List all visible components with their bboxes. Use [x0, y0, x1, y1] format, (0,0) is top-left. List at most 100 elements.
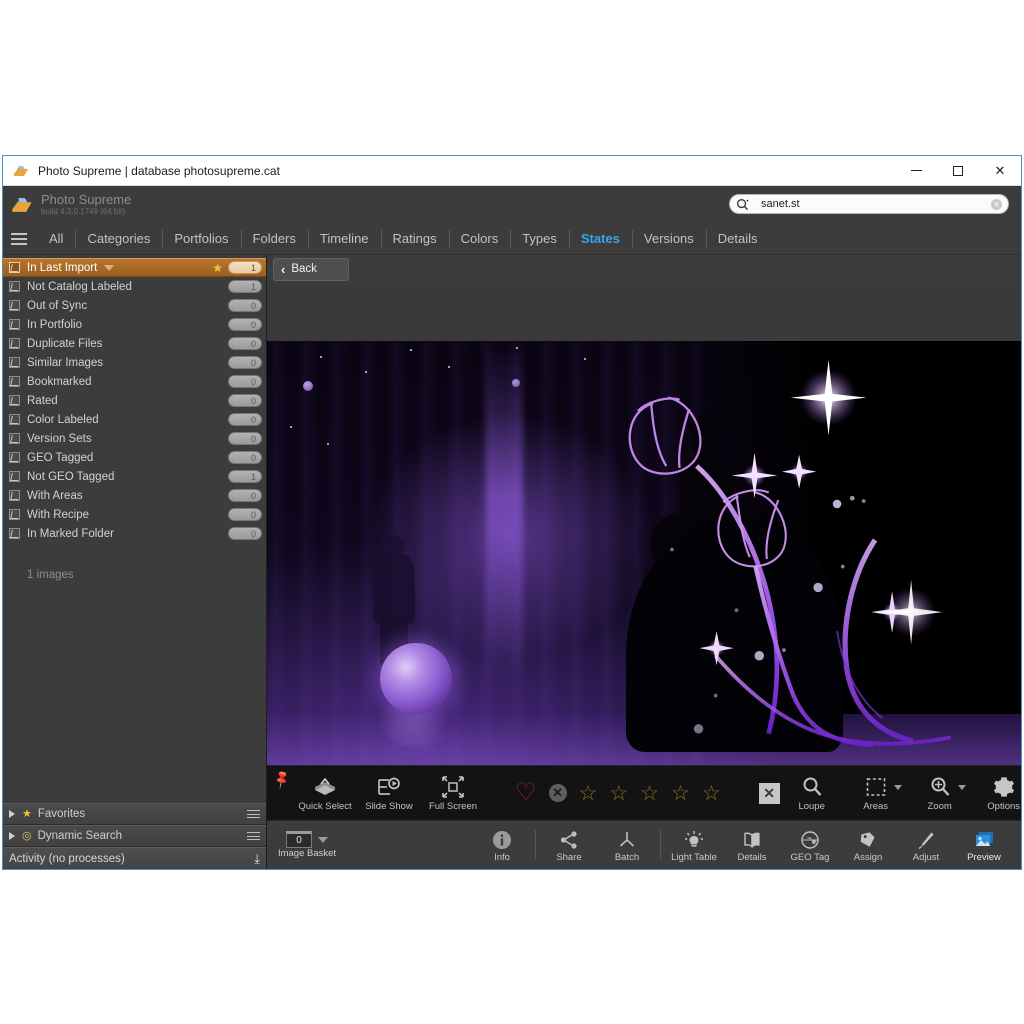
adjust-button[interactable]: Adjust [897, 821, 955, 869]
state-checkbox[interactable] [9, 395, 20, 406]
geo-tag-button[interactable]: GEO Tag [781, 821, 839, 869]
assign-button[interactable]: Assign [839, 821, 897, 869]
state-row-with-areas[interactable]: With Areas 0 [3, 486, 266, 505]
clear-rating-button[interactable]: ✕ [759, 783, 780, 804]
triangle-right-icon[interactable] [9, 832, 15, 840]
state-checkbox[interactable] [9, 338, 20, 349]
image-basket-button[interactable]: 0 Image Basket [267, 821, 347, 869]
nav-item-states[interactable]: States [569, 224, 632, 254]
clear-search-icon[interactable]: ✕ [991, 199, 1002, 210]
slide-show-button[interactable]: Slide Show [357, 766, 421, 820]
preview-button[interactable]: Preview [955, 821, 1013, 869]
state-checkbox[interactable] [9, 490, 20, 501]
module-toolbar: 0 Image Basket Info [267, 820, 1021, 869]
preview-image [267, 341, 1021, 765]
share-button[interactable]: Share [540, 821, 598, 869]
nav-item-types[interactable]: Types [510, 224, 569, 254]
state-checkbox[interactable] [9, 262, 20, 273]
state-checkbox[interactable] [9, 528, 20, 539]
state-row-with-recipe[interactable]: With Recipe 0 [3, 505, 266, 524]
nav-item-versions[interactable]: Versions [632, 224, 706, 254]
nav-item-portfolios[interactable]: Portfolios [162, 224, 240, 254]
dynamic-search-section[interactable]: ◎ Dynamic Search [3, 825, 266, 847]
nav-item-ratings[interactable]: Ratings [381, 224, 449, 254]
state-row-not-geo-tagged[interactable]: Not GEO Tagged 1 [3, 467, 266, 486]
nav-item-folders[interactable]: Folders [241, 224, 308, 254]
state-row-not-catalog-labeled[interactable]: Not Catalog Labeled 1 [3, 277, 266, 296]
state-count-badge: 1 [228, 470, 262, 483]
loupe-magnifier-icon [801, 774, 823, 798]
pin-icon[interactable]: 📌 [271, 769, 293, 791]
search-magnifier-icon[interactable] [736, 198, 751, 211]
state-row-bookmarked[interactable]: Bookmarked 0 [3, 372, 266, 391]
image-preview-stage[interactable] [267, 341, 1021, 765]
chevron-down-icon[interactable] [894, 785, 902, 790]
toolbar-divider [535, 830, 536, 860]
details-button[interactable]: Details [723, 821, 781, 869]
favorites-section[interactable]: ★ Favorites [3, 803, 266, 825]
loupe-button[interactable]: Loupe [780, 766, 844, 820]
star-outline-icon[interactable]: ☆ [640, 783, 659, 804]
nav-item-details[interactable]: Details [706, 224, 770, 254]
areas-selection-icon [865, 774, 887, 798]
state-row-duplicate-files[interactable]: Duplicate Files 0 [3, 334, 266, 353]
list-menu-icon[interactable] [247, 830, 260, 843]
heart-outline-icon[interactable]: ♡ [515, 781, 537, 805]
state-row-in-last-import[interactable]: In Last Import ★ 1 [3, 258, 266, 277]
minimize-button[interactable] [895, 156, 937, 186]
chevron-down-icon[interactable] [958, 785, 966, 790]
state-checkbox[interactable] [9, 452, 20, 463]
state-checkbox[interactable] [9, 281, 20, 292]
reject-circle-icon[interactable]: ✕ [549, 784, 567, 802]
star-outline-icon[interactable]: ☆ [579, 783, 598, 804]
triangle-right-icon[interactable] [9, 810, 15, 818]
state-checkbox[interactable] [9, 433, 20, 444]
share-nodes-icon [559, 828, 579, 850]
star-outline-icon[interactable]: ☆ [671, 783, 690, 804]
options-button[interactable]: Options [972, 766, 1024, 820]
caret-down-icon[interactable] [318, 837, 328, 843]
nav-item-categories[interactable]: Categories [75, 224, 162, 254]
viewer-top-gap [267, 283, 1021, 341]
zoom-button[interactable]: Zoom [908, 766, 972, 820]
full-screen-button[interactable]: Full Screen [421, 766, 485, 820]
state-row-in-marked-folder[interactable]: In Marked Folder 0 [3, 524, 266, 543]
brush-icon [916, 828, 936, 850]
activity-bar[interactable]: Activity (no processes) ⤓ [3, 847, 266, 869]
sort-caret-icon[interactable] [104, 265, 114, 271]
back-button[interactable]: ‹ Back [273, 258, 349, 281]
nav-item-timeline[interactable]: Timeline [308, 224, 381, 254]
nav-item-colors[interactable]: Colors [449, 224, 511, 254]
hamburger-menu-icon[interactable] [11, 230, 27, 248]
search-box[interactable]: ✕ [729, 194, 1009, 214]
state-checkbox[interactable] [9, 319, 20, 330]
quick-select-icon [312, 774, 338, 798]
info-button[interactable]: Info [473, 821, 531, 869]
state-checkbox[interactable] [9, 357, 20, 368]
star-outline-icon[interactable]: ☆ [702, 783, 721, 804]
state-row-similar-images[interactable]: Similar Images 0 [3, 353, 266, 372]
nav-item-all[interactable]: All [37, 224, 75, 254]
maximize-button[interactable] [937, 156, 979, 186]
state-row-color-labeled[interactable]: Color Labeled 0 [3, 410, 266, 429]
state-row-in-portfolio[interactable]: In Portfolio 0 [3, 315, 266, 334]
collapse-down-icon[interactable]: ⤓ [254, 852, 260, 865]
state-checkbox[interactable] [9, 414, 20, 425]
state-checkbox[interactable] [9, 509, 20, 520]
state-checkbox[interactable] [9, 471, 20, 482]
state-row-rated[interactable]: Rated 0 [3, 391, 266, 410]
state-row-out-of-sync[interactable]: Out of Sync 0 [3, 296, 266, 315]
quick-select-button[interactable]: Quick Select [293, 766, 357, 820]
batch-button[interactable]: Batch [598, 821, 656, 869]
areas-button[interactable]: Areas [844, 766, 908, 820]
close-button[interactable]: ✕ [979, 156, 1021, 186]
favorite-star-icon[interactable]: ★ [212, 262, 223, 274]
list-menu-icon[interactable] [247, 808, 260, 821]
state-row-version-sets[interactable]: Version Sets 0 [3, 429, 266, 448]
state-checkbox[interactable] [9, 300, 20, 311]
star-outline-icon[interactable]: ☆ [609, 783, 628, 804]
light-table-button[interactable]: Light Table [665, 821, 723, 869]
search-input[interactable] [761, 198, 991, 210]
state-checkbox[interactable] [9, 376, 20, 387]
state-row-geo-tagged[interactable]: GEO Tagged 0 [3, 448, 266, 467]
